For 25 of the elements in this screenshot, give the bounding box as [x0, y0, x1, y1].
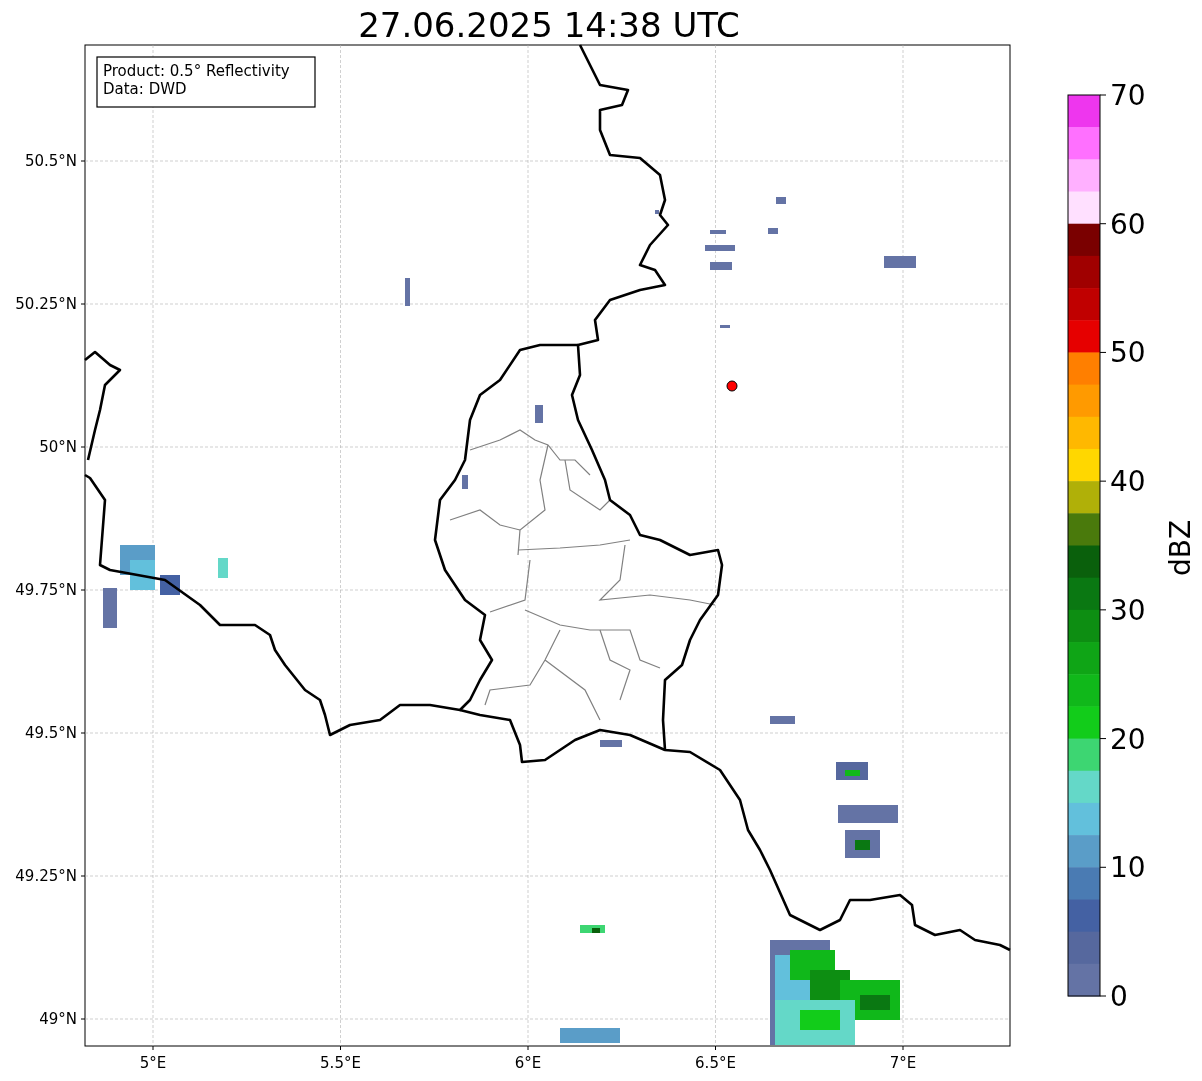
scale-label: 60 [1110, 207, 1146, 241]
scale-label: 40 [1110, 465, 1146, 499]
scale-label: 20 [1110, 722, 1146, 756]
longitude-label: 5°E [139, 1054, 167, 1072]
latitude-label: 49°N [39, 1010, 77, 1028]
latitude-label: 50.25°N [15, 295, 77, 313]
scale-label: 50 [1110, 336, 1146, 370]
scale-title: dBZ [1164, 519, 1197, 577]
info-text: Product: 0.5° Reflectivity [103, 62, 290, 80]
info-text: Data: DWD [103, 80, 187, 98]
longitude-label: 5.5°E [320, 1054, 361, 1072]
scale-label: 10 [1110, 851, 1146, 885]
longitude-label: 6.5°E [695, 1054, 736, 1072]
latitude-label: 49.25°N [15, 867, 77, 885]
latitude-label: 49.75°N [15, 581, 77, 599]
location-marker-icon [726, 380, 738, 392]
latitude-label: 49.5°N [24, 724, 77, 742]
scale-label: 30 [1110, 593, 1146, 627]
chart-title: 27.06.2025 14:38 UTC [358, 5, 740, 45]
scale-label: 70 [1110, 79, 1146, 112]
longitude-label: 7°E [889, 1054, 917, 1072]
longitude-label: 6°E [514, 1054, 542, 1072]
latitude-label: 50.5°N [24, 152, 77, 170]
latitude-label: 50°N [39, 438, 77, 456]
scale-label: 0 [1110, 980, 1128, 1013]
